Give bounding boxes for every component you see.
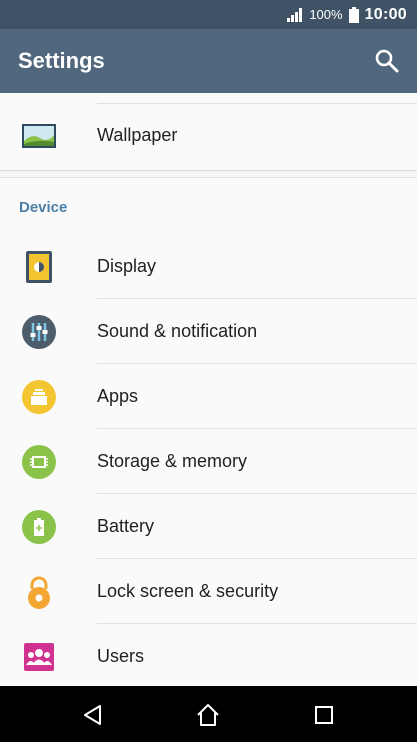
settings-item-label: Storage & memory bbox=[97, 451, 248, 471]
sound-icon bbox=[22, 315, 56, 349]
wallpaper-icon bbox=[22, 124, 56, 148]
display-icon bbox=[26, 251, 52, 283]
settings-item-label: Wallpaper bbox=[97, 125, 178, 145]
signal-icon bbox=[287, 7, 303, 22]
clock: 10:00 bbox=[364, 5, 407, 23]
settings-item-lock-screen[interactable]: Lock screen & security bbox=[0, 559, 417, 624]
home-icon[interactable] bbox=[193, 700, 223, 730]
settings-item-sound[interactable]: Sound & notification bbox=[0, 299, 417, 364]
battery-percent: 100% bbox=[309, 7, 343, 22]
users-icon bbox=[24, 643, 54, 671]
settings-item-label: Display bbox=[97, 256, 157, 276]
back-icon[interactable] bbox=[78, 700, 108, 730]
settings-item-battery[interactable]: Battery bbox=[0, 494, 417, 559]
navigation-bar bbox=[0, 686, 417, 742]
lock-icon bbox=[28, 576, 50, 609]
settings-item-label: Sound & notification bbox=[97, 321, 258, 341]
settings-item-label: Users bbox=[97, 646, 145, 666]
recent-apps-icon[interactable] bbox=[309, 700, 339, 730]
settings-item-label: Apps bbox=[97, 386, 139, 406]
battery-status-icon bbox=[348, 6, 359, 23]
battery-icon bbox=[22, 510, 56, 544]
status-bar: 100% 10:00 bbox=[0, 0, 417, 29]
settings-item-users[interactable]: Users bbox=[0, 624, 417, 689]
settings-item-label: Lock screen & security bbox=[97, 581, 279, 601]
settings-item-wallpaper[interactable]: Wallpaper bbox=[0, 103, 417, 168]
search-icon[interactable] bbox=[373, 47, 401, 75]
settings-item-storage[interactable]: Storage & memory bbox=[0, 429, 417, 494]
storage-icon bbox=[22, 445, 56, 479]
settings-item-display[interactable]: Display bbox=[0, 234, 417, 299]
top-card: Wallpaper bbox=[0, 93, 417, 171]
status-indicators: 100% 10:00 bbox=[287, 0, 407, 29]
apps-icon bbox=[22, 380, 56, 414]
settings-item-label: Battery bbox=[97, 516, 155, 536]
app-bar: Settings bbox=[0, 29, 417, 93]
device-section: Device Display Sound & notification Apps… bbox=[0, 177, 417, 687]
settings-item-apps[interactable]: Apps bbox=[0, 364, 417, 429]
page-title: Settings bbox=[18, 48, 105, 73]
section-heading: Device bbox=[19, 199, 68, 216]
